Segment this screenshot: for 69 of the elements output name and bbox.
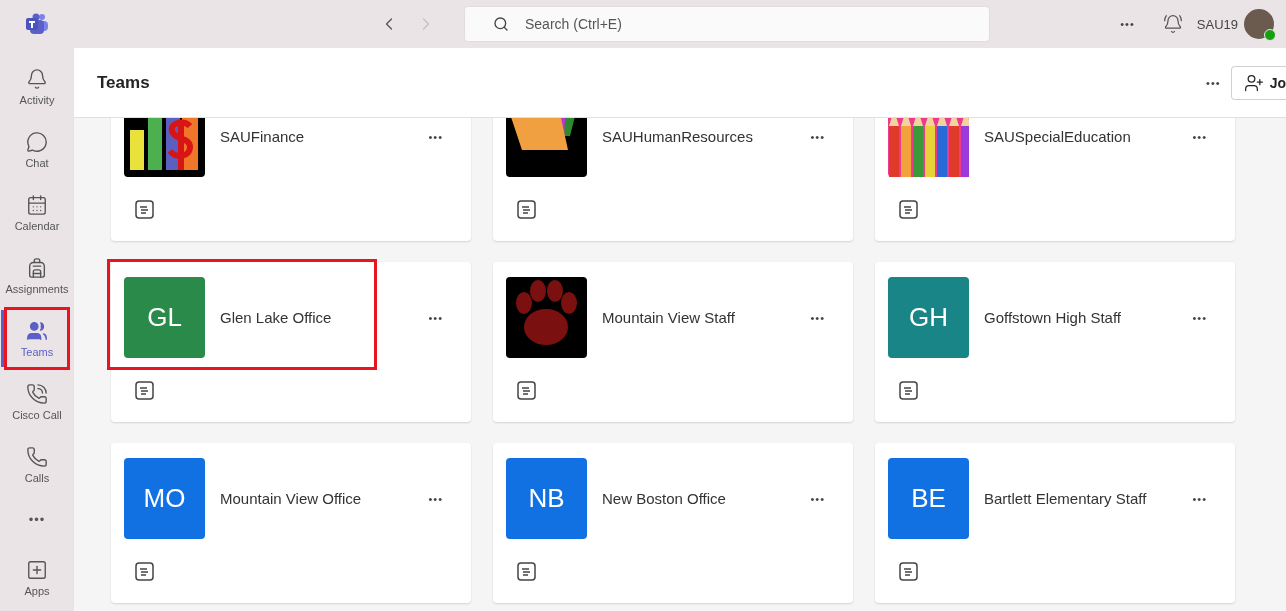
team-initials-avatar: BE	[888, 458, 969, 539]
team-name: Goffstown High Staff	[984, 309, 1123, 326]
chat-icon	[26, 130, 48, 153]
more-button[interactable]: •••	[1120, 18, 1135, 30]
rail-item[interactable]: Calls	[4, 433, 70, 496]
more-button[interactable]: •••	[1192, 311, 1207, 324]
rail-item[interactable]: Assignments	[4, 244, 70, 307]
posts-icon[interactable]	[134, 199, 155, 220]
backpack-icon	[26, 256, 48, 279]
team-name: SAUFinance	[220, 128, 306, 145]
more-button[interactable]: •••	[1192, 492, 1207, 505]
rail-item[interactable]: Teams	[4, 307, 70, 370]
posts-icon[interactable]	[134, 561, 155, 582]
posts-icon[interactable]	[516, 380, 537, 401]
plus-square-icon	[26, 558, 48, 581]
team-card[interactable]: BE Bartlett Elementary Staff •••	[875, 443, 1235, 603]
posts-icon[interactable]	[898, 380, 919, 401]
team-name: SAUSpecialEducation	[984, 128, 1132, 145]
posts-icon[interactable]	[516, 199, 537, 220]
add-person-icon	[1243, 72, 1264, 93]
team-name: Mountain View Office	[220, 490, 363, 507]
more-button[interactable]: •••	[810, 130, 825, 143]
search-bar[interactable]: Search (Ctrl+E)	[464, 6, 990, 42]
team-card[interactable]: NB New Boston Office •••	[493, 443, 853, 603]
team-initials-avatar: GH	[888, 277, 969, 358]
team-name: Bartlett Elementary Staff	[984, 490, 1148, 507]
more-button[interactable]: •••	[1206, 76, 1221, 89]
more-button[interactable]: •••	[1192, 130, 1207, 143]
rail-item[interactable]: Activity	[4, 55, 70, 118]
team-name: SAUHumanResources	[602, 128, 754, 145]
team-card[interactable]: GH Goffstown High Staff •••	[875, 262, 1235, 422]
posts-icon[interactable]	[516, 561, 537, 582]
search-input[interactable]: Search (Ctrl+E)	[523, 15, 927, 33]
people-icon	[26, 319, 48, 342]
team-name: Glen Lake Office	[220, 309, 333, 326]
posts-icon[interactable]	[898, 561, 919, 582]
rail-item[interactable]: Calendar	[4, 181, 70, 244]
rail-item[interactable]: Chat	[4, 118, 70, 181]
team-initials-avatar: GL	[124, 277, 205, 358]
team-card[interactable]: Mountain View Staff •••	[493, 262, 853, 422]
more-button[interactable]: •••	[810, 311, 825, 324]
search-icon	[493, 16, 509, 32]
posts-icon[interactable]	[898, 199, 919, 220]
more-button[interactable]: •••	[810, 492, 825, 505]
notification-person-icon[interactable]	[1162, 14, 1183, 34]
more-button[interactable]: •••	[428, 130, 443, 143]
bell-icon	[26, 67, 48, 90]
app-logo-icon[interactable]	[25, 13, 49, 35]
team-initials-avatar: NB	[506, 458, 587, 539]
page-title: Teams	[97, 72, 150, 93]
phone-icon	[26, 382, 48, 405]
more-button[interactable]: •••	[428, 311, 443, 324]
team-initials-avatar: MO	[124, 458, 205, 539]
more-button[interactable]: •••	[428, 492, 443, 505]
team-name: New Boston Office	[602, 490, 727, 507]
rail-item[interactable]: Apps	[4, 546, 70, 609]
team-card[interactable]: SAUFinance •••	[111, 118, 471, 241]
team-card[interactable]: SAUSpecialEducation •••	[875, 118, 1235, 241]
posts-icon[interactable]	[134, 380, 155, 401]
team-card[interactable]: SAUHumanResources •••	[493, 118, 853, 241]
team-card[interactable]: MO Mountain View Office •••	[111, 443, 471, 603]
rail-item[interactable]: •••	[4, 496, 70, 542]
rail-item[interactable]: Cisco Call	[4, 370, 70, 433]
user-name: SAU19	[1196, 16, 1238, 32]
join-team-button[interactable]: Jo	[1230, 65, 1286, 100]
team-name: Mountain View Staff	[602, 309, 736, 326]
phone-icon	[26, 445, 48, 468]
user-avatar[interactable]	[1244, 9, 1274, 39]
calendar-icon	[26, 193, 48, 216]
